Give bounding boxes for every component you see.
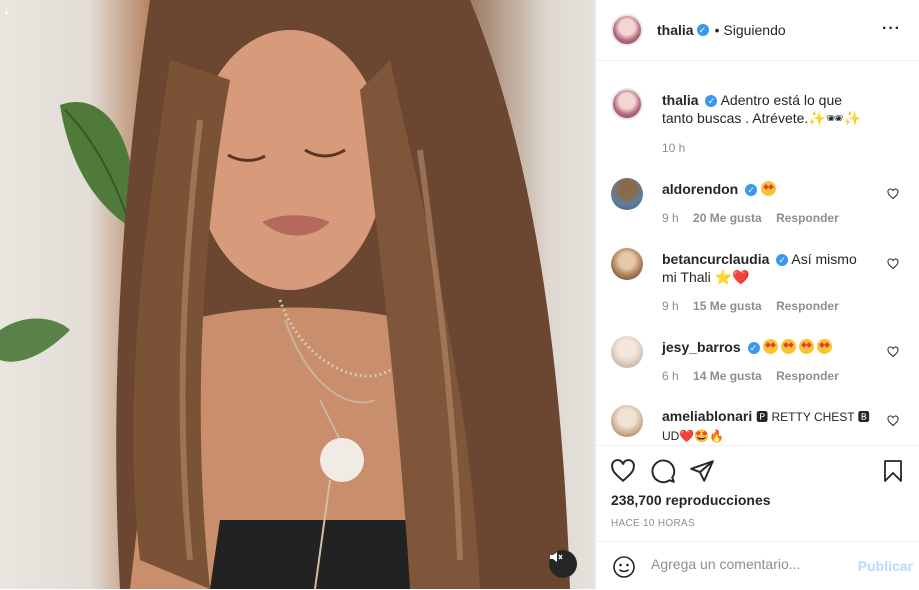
comment-input[interactable] — [651, 556, 841, 572]
post-timestamp[interactable]: HACE 10 HORAS — [611, 518, 695, 529]
avatar[interactable] — [611, 248, 643, 280]
follow-status[interactable]: • Siguiendo — [715, 22, 786, 38]
view-count[interactable]: 238,700 reproducciones — [611, 492, 771, 508]
comment-text-block: ameliablonari 🅿 RETTY CHEST 🅱 UD❤️🤩🔥 — [662, 407, 873, 443]
comment-item: aldorendon ✓ 9 h 20 Me gusta Responder — [611, 178, 909, 228]
like-heart-icon[interactable] — [887, 188, 899, 200]
verified-badge-icon: ✓ — [747, 342, 760, 355]
post-side-panel: thalia ✓ • Siguiendo ··· thalia ✓ Adentr… — [595, 0, 919, 589]
comment-time[interactable]: 9 h — [662, 299, 679, 313]
avatar[interactable] — [611, 405, 643, 437]
share-paper-plane-icon[interactable] — [689, 458, 715, 484]
comment-time[interactable]: 6 h — [662, 369, 679, 383]
mute-button[interactable] — [549, 550, 577, 578]
star-struck-emoji-icon — [763, 339, 779, 354]
star-struck-emoji-icon — [761, 181, 777, 196]
avatar[interactable] — [611, 14, 643, 46]
reply-button[interactable]: Responder — [776, 369, 839, 383]
comment-item: jesy_barros ✓ 6 h 14 Me gusta Responder — [611, 336, 909, 386]
comment-item: ameliablonari 🅿 RETTY CHEST 🅱 UD❤️🤩🔥 — [611, 405, 909, 443]
add-comment-bar: Publicar — [596, 541, 919, 590]
avatar[interactable] — [611, 336, 643, 368]
comment-likes[interactable]: 20 Me gusta — [693, 211, 762, 225]
comment-text-block: aldorendon ✓ — [662, 180, 873, 198]
speaker-muted-icon — [550, 552, 563, 562]
emoji-smiley-icon[interactable] — [612, 555, 636, 579]
comment-meta: 9 h 20 Me gusta Responder — [662, 211, 850, 225]
action-icons — [610, 458, 905, 484]
like-heart-icon[interactable] — [887, 415, 899, 427]
comment-time[interactable]: 9 h — [662, 211, 679, 225]
comment-likes[interactable]: 14 Me gusta — [693, 369, 762, 383]
reply-button[interactable]: Responder — [776, 299, 839, 313]
comment-bubble-icon[interactable] — [650, 458, 676, 484]
comment-item: betancurclaudia ✓ Así mismo mi Thali ⭐❤️… — [611, 248, 909, 318]
comment-meta: 6 h 14 Me gusta Responder — [662, 369, 850, 383]
comment-text-block: jesy_barros ✓ — [662, 338, 873, 356]
star-struck-emoji-icon — [817, 339, 833, 354]
like-heart-icon[interactable] — [887, 346, 899, 358]
video-frame — [0, 0, 570, 589]
post-header: thalia ✓ • Siguiendo ··· — [596, 0, 919, 61]
caption-time[interactable]: 10 h — [662, 141, 685, 155]
like-heart-icon[interactable] — [887, 258, 899, 270]
like-heart-icon[interactable] — [610, 458, 636, 484]
star-struck-emoji-icon — [799, 339, 815, 354]
caption-username[interactable]: thalia — [662, 92, 699, 108]
download-arrow-icon[interactable]: ↓ — [3, 2, 10, 16]
more-options-icon[interactable]: ··· — [882, 20, 901, 38]
comment-meta: 9 h 15 Me gusta Responder — [662, 299, 850, 313]
avatar[interactable] — [611, 88, 643, 120]
comment-username[interactable]: ameliablonari — [662, 408, 752, 424]
comments-list[interactable]: thalia ✓ Adentro está lo que tanto busca… — [596, 61, 919, 443]
comment-likes[interactable]: 15 Me gusta — [693, 299, 762, 313]
bookmark-save-icon[interactable] — [881, 458, 905, 484]
verified-badge-icon: ✓ — [696, 24, 709, 36]
post-video[interactable]: ↓ — [0, 0, 595, 589]
verified-badge-icon: ✓ — [705, 95, 718, 108]
comment-username[interactable]: betancurclaudia — [662, 251, 769, 267]
comment-text-block: betancurclaudia ✓ Así mismo mi Thali ⭐❤️ — [662, 250, 873, 286]
caption: thalia ✓ Adentro está lo que tanto busca… — [611, 88, 909, 158]
post-actions: 238,700 reproducciones HACE 10 HORAS — [596, 445, 919, 541]
author-username[interactable]: thalia — [657, 22, 694, 38]
avatar[interactable] — [611, 178, 643, 210]
publish-button[interactable]: Publicar — [858, 558, 913, 574]
reply-button[interactable]: Responder — [776, 211, 839, 225]
verified-badge-icon: ✓ — [745, 184, 758, 197]
comment-username[interactable]: aldorendon — [662, 181, 738, 197]
star-struck-emoji-icon — [781, 339, 797, 354]
caption-text-block: thalia ✓ Adentro está lo que tanto busca… — [662, 91, 873, 127]
verified-badge-icon: ✓ — [776, 254, 789, 267]
comment-username[interactable]: jesy_barros — [662, 339, 741, 355]
